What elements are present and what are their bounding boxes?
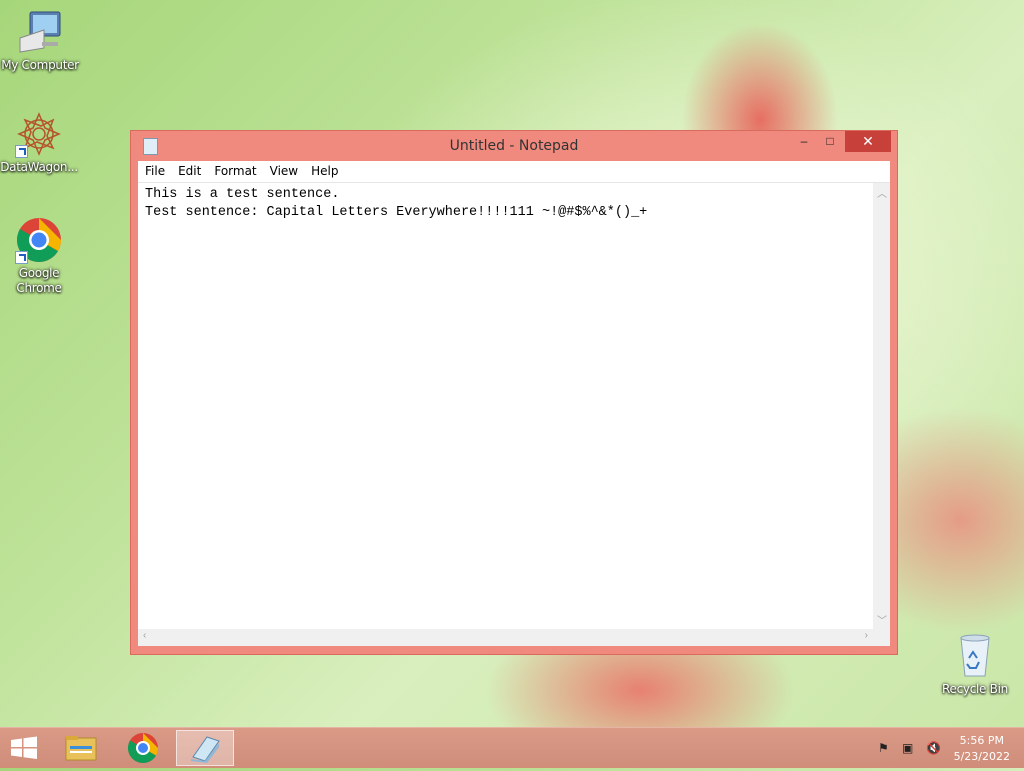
desktop-icon-datawagon[interactable]: DataWagon... (0, 110, 79, 175)
desktop-icon-label: DataWagon... (0, 160, 78, 174)
editor-area: This is a test sentence. Test sentence: … (138, 183, 890, 646)
taskbar: ⚑ ▣ 🔇 5:56 PM 5/23/2022 (0, 727, 1024, 768)
menu-help[interactable]: Help (304, 161, 344, 178)
shortcut-arrow-icon (15, 251, 28, 264)
network-icon[interactable]: ▣ (902, 741, 918, 755)
file-explorer-icon (65, 736, 97, 761)
scroll-left-icon[interactable]: ‹ (143, 630, 146, 641)
notepad-icon (191, 736, 220, 763)
taskbar-file-explorer[interactable] (54, 730, 110, 766)
datawagon-icon (15, 110, 63, 158)
recycle-bin-icon (951, 632, 999, 680)
shortcut-arrow-icon (15, 145, 28, 158)
menu-file[interactable]: File (138, 161, 171, 178)
scroll-right-icon[interactable]: › (865, 630, 868, 641)
vertical-scrollbar[interactable]: ︿ ﹀ (873, 183, 890, 629)
scroll-up-icon[interactable]: ︿ (877, 185, 887, 200)
desktop-icon-google-chrome[interactable]: Google Chrome (0, 216, 79, 296)
desktop-icon-label: Google Chrome (16, 266, 62, 295)
clock-date: 5/23/2022 (953, 750, 1010, 763)
title-bar[interactable]: Untitled - Notepad – □ ✕ (131, 131, 897, 161)
close-button[interactable]: ✕ (845, 131, 891, 152)
start-icon (11, 736, 37, 759)
desktop-icon-label: My Computer (1, 58, 79, 72)
clock-time: 5:56 PM (959, 734, 1004, 747)
minimize-button[interactable]: – (791, 131, 817, 152)
clock[interactable]: 5:56 PM 5/23/2022 (954, 733, 1010, 765)
system-tray: ⚑ ▣ 🔇 5:56 PM 5/23/2022 (864, 728, 1024, 768)
text-editor[interactable]: This is a test sentence. Test sentence: … (138, 183, 873, 629)
menu-format[interactable]: Format (207, 161, 262, 178)
menu-edit[interactable]: Edit (171, 161, 207, 178)
maximize-button[interactable]: □ (817, 131, 843, 152)
notepad-window[interactable]: Untitled - Notepad – □ ✕ File Edit Format V… (130, 130, 898, 655)
chrome-icon (127, 733, 158, 764)
scroll-down-icon[interactable]: ﹀ (877, 612, 887, 627)
chrome-icon (15, 216, 63, 264)
menu-bar: File Edit Format View Help (138, 161, 890, 183)
action-center-flag-icon[interactable]: ⚑ (878, 741, 894, 755)
desktop-icon-label: Recycle Bin (942, 682, 1008, 696)
start-button[interactable] (0, 730, 48, 766)
menu-view[interactable]: View (263, 161, 304, 178)
taskbar-notepad[interactable] (176, 730, 234, 766)
resize-grip[interactable] (873, 629, 890, 646)
horizontal-scrollbar[interactable]: ‹ › (138, 629, 873, 646)
desktop-icon-my-computer[interactable]: My Computer (0, 8, 80, 73)
taskbar-chrome[interactable] (115, 730, 171, 766)
window-title: Untitled - Notepad (449, 138, 579, 154)
computer-icon (16, 8, 64, 56)
desktop-icon-recycle-bin[interactable]: Recycle Bin (935, 632, 1015, 697)
volume-muted-icon[interactable]: 🔇 (926, 741, 942, 755)
